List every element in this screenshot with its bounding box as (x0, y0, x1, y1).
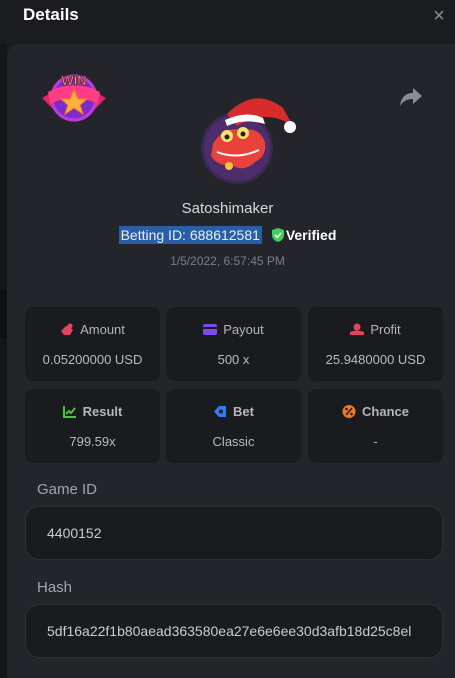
betting-id[interactable]: Betting ID: 688612581 (118, 226, 262, 244)
bet-icon (214, 406, 227, 417)
stat-header: Profit (308, 322, 443, 337)
background-segment (0, 290, 7, 338)
avatar (201, 98, 296, 184)
modal-header: Details × (0, 0, 455, 44)
stat-label: Profit (370, 322, 401, 337)
stat-header: Chance (308, 404, 443, 419)
stat-value: 500 x (217, 352, 250, 367)
hash-label: Hash (37, 579, 73, 596)
chance-icon (342, 405, 356, 418)
stat-card-amount: Amount 0.05200000 USD (25, 307, 160, 381)
payout-icon (203, 324, 218, 335)
stat-label: Payout (223, 322, 264, 337)
stat-value: 799.59x (69, 434, 116, 449)
amount-icon (61, 323, 74, 335)
stat-header: Result (25, 404, 160, 419)
stat-value: - (373, 434, 378, 449)
win-badge-icon: WIN (42, 73, 106, 122)
game-id-field[interactable]: 4400152 (25, 506, 443, 560)
stat-value: Classic (212, 434, 255, 449)
game-id-label: Game ID (37, 481, 98, 498)
stat-header: Amount (25, 322, 160, 337)
verified-label: Verified (285, 227, 337, 243)
close-icon[interactable]: × (429, 6, 449, 27)
hash-field[interactable]: 5df16a22f1b80aead363580ea27e6e6ee30d3afb… (25, 604, 443, 658)
stat-value: 0.05200000 USD (42, 352, 143, 367)
stat-card-result: Result 799.59x (25, 389, 160, 463)
share-icon[interactable] (399, 86, 423, 108)
stat-label: Result (82, 404, 123, 419)
profit-icon (350, 323, 365, 335)
background-overlay (0, 0, 7, 678)
stat-value: 25.9480000 USD (325, 352, 426, 367)
hash-value[interactable]: 5df16a22f1b80aead363580ea27e6e6ee30d3afb… (47, 623, 411, 639)
shield-check-icon (271, 228, 284, 242)
stat-card-chance: Chance - (308, 389, 443, 463)
game-id-value[interactable]: 4400152 (47, 525, 102, 541)
stat-label: Bet (233, 404, 254, 419)
result-icon (62, 406, 76, 418)
verified-badge: Verified (271, 227, 337, 243)
stat-label: Chance (362, 404, 409, 419)
stat-label: Amount (80, 322, 125, 337)
stat-card-bet: Bet Classic (166, 389, 301, 463)
badge-text: WIN (61, 73, 86, 88)
modal-title: Details (23, 5, 79, 24)
stat-card-profit: Profit 25.9480000 USD (308, 307, 443, 381)
stat-header: Payout (166, 322, 301, 337)
betting-line: Betting ID: 688612581 Verified (0, 226, 455, 244)
stat-header: Bet (166, 404, 301, 419)
stat-card-payout: Payout 500 x (166, 307, 301, 381)
bet-datetime: 1/5/2022, 6:57:45 PM (170, 254, 285, 268)
username: Satoshimaker (181, 200, 274, 217)
